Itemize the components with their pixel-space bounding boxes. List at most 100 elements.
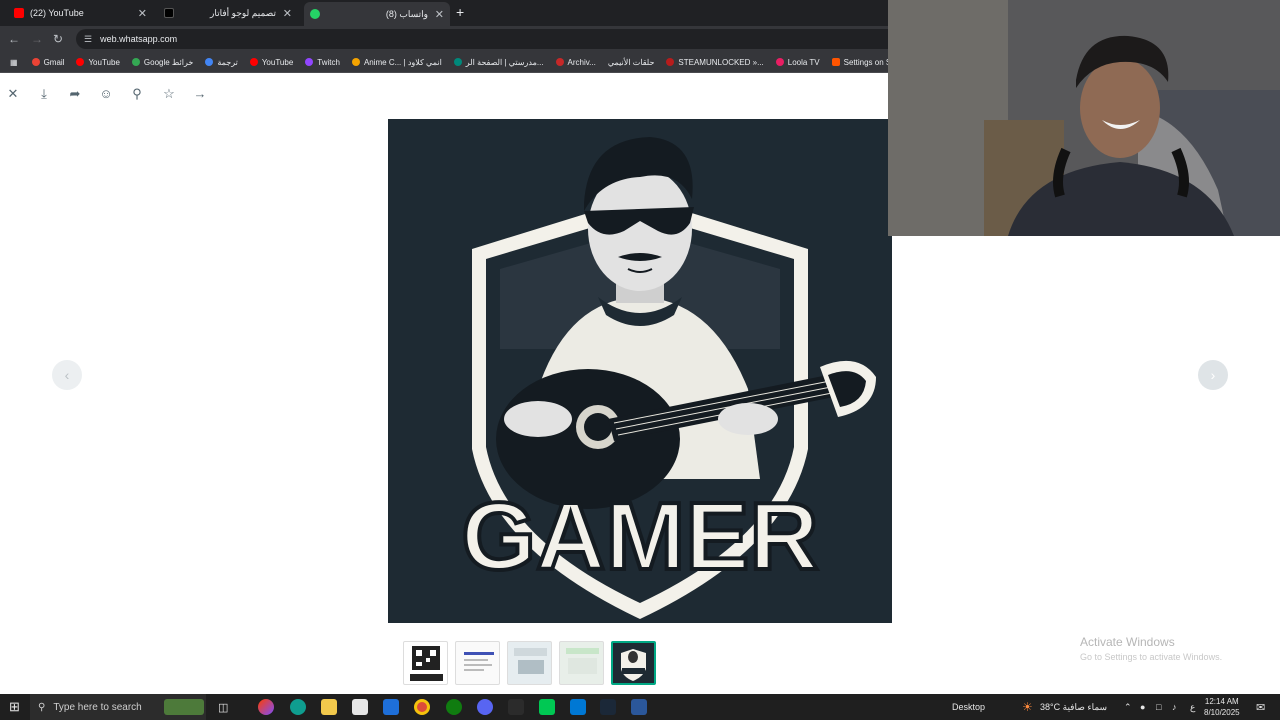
- tab-logo-design[interactable]: تصميم لوجو أفاتار ✕: [158, 3, 298, 23]
- tab-label: (8) واتساب: [385, 8, 428, 19]
- bookmark-label: YouTube: [261, 57, 294, 67]
- close-icon[interactable]: ✕: [5, 86, 21, 102]
- media-thumbnail-document[interactable]: [455, 641, 500, 685]
- volume-icon[interactable]: ♪: [1172, 694, 1177, 720]
- youtube-icon: [14, 8, 24, 18]
- edge-icon[interactable]: [290, 699, 306, 715]
- clock[interactable]: 12:14 AM 8/10/2025: [1204, 694, 1240, 720]
- bookmark-label: Archiv...: [567, 57, 596, 67]
- bookmark-madrasati[interactable]: مدرستي | الصفحة الر...: [453, 57, 544, 67]
- word-icon[interactable]: [631, 699, 647, 715]
- download-icon[interactable]: ⤓: [36, 86, 52, 102]
- outlook-icon[interactable]: [383, 699, 399, 715]
- desktop-toolbar-label[interactable]: Desktop: [952, 694, 985, 720]
- bookmark-loola-tv[interactable]: Loola TV: [775, 58, 820, 67]
- network-icon[interactable]: □: [1156, 694, 1161, 720]
- terminal-icon[interactable]: [508, 699, 524, 715]
- media-thumbnail-gamer-selected[interactable]: [611, 641, 656, 685]
- steam-icon[interactable]: [600, 699, 616, 715]
- search-highlight-image[interactable]: [164, 699, 204, 715]
- activate-windows-watermark: Activate Windows Go to Settings to activ…: [1080, 635, 1270, 662]
- forward-icon[interactable]: →: [31, 32, 43, 46]
- bookmark-translate[interactable]: ترجمة: [205, 58, 238, 67]
- gamer-logo-thumbnail: [613, 643, 654, 683]
- forward-icon[interactable]: ➦: [67, 86, 83, 102]
- show-hidden-icons-icon[interactable]: ⌃: [1124, 694, 1132, 720]
- webcam-overlay: [888, 0, 1280, 236]
- bookmark-label: Gmail: [43, 57, 65, 67]
- go-to-message-icon[interactable]: →: [192, 86, 208, 102]
- svg-text:GAMER: GAMER: [461, 483, 818, 590]
- windows-start-icon[interactable]: ⊞: [9, 694, 20, 720]
- bookmark-youtube-2[interactable]: YouTube: [249, 57, 294, 67]
- youtube-icon: [76, 58, 85, 66]
- document-preview-icon: [464, 652, 494, 671]
- windows-taskbar: ⊞ ⚲ Type here to search ◫ Desktop ☀ 38°C…: [0, 694, 1280, 720]
- close-tab-icon[interactable]: ✕: [283, 7, 292, 20]
- notifications-icon[interactable]: ✉: [1256, 694, 1265, 720]
- tab-label: (22) YouTube: [30, 8, 84, 18]
- close-tab-icon[interactable]: ✕: [138, 7, 147, 20]
- previous-media-button[interactable]: ‹: [52, 360, 82, 390]
- gmail-icon: [31, 58, 40, 66]
- pin-icon[interactable]: ⚲: [129, 86, 145, 102]
- media-thumbnail-screenshot[interactable]: [507, 641, 552, 685]
- bookmark-gmail[interactable]: Gmail: [31, 57, 65, 67]
- bookmark-youtube[interactable]: YouTube: [76, 58, 120, 67]
- chatgpt-icon: [164, 8, 174, 18]
- bookmark-anime-episodes[interactable]: حلقات الأنيمي: [608, 58, 655, 67]
- bookmark-label: مدرستي | الصفحة الر...: [465, 57, 544, 67]
- media-thumbnail-qr[interactable]: [403, 641, 448, 685]
- emoji-icon[interactable]: ☺: [98, 86, 114, 102]
- whatsapp-app-icon[interactable]: [539, 699, 555, 715]
- bookmark-label: Anime C... | انمي كلاود: [363, 57, 442, 67]
- language-indicator[interactable]: ع: [1190, 694, 1195, 720]
- search-placeholder: Type here to search: [53, 701, 142, 713]
- star-icon[interactable]: ☆: [161, 86, 177, 102]
- vscode-icon[interactable]: [570, 699, 586, 715]
- archive-icon: [555, 58, 564, 66]
- steamunlocked-icon: [666, 58, 675, 66]
- chrome-icon[interactable]: [414, 699, 430, 715]
- gamer-logo-image: GAMER: [388, 119, 892, 623]
- copilot-icon[interactable]: [258, 699, 274, 715]
- close-tab-icon[interactable]: ✕: [435, 8, 444, 21]
- store-icon[interactable]: [352, 699, 368, 715]
- new-tab-button[interactable]: +: [456, 4, 464, 20]
- bookmark-twitch[interactable]: Twitch: [305, 58, 340, 67]
- bookmark-label: Twitch: [317, 57, 340, 67]
- reload-icon[interactable]: ↻: [53, 32, 63, 46]
- screenshot-preview-icon: [566, 648, 599, 674]
- back-icon[interactable]: ←: [8, 32, 20, 46]
- site-info-icon[interactable]: ☰: [84, 34, 92, 45]
- soundcloud-icon: [831, 58, 840, 66]
- address-bar[interactable]: ☰ web.whatsapp.com: [76, 29, 888, 49]
- bookmark-google-maps[interactable]: Google خرائط: [131, 57, 194, 67]
- task-view-icon[interactable]: ◫: [218, 694, 228, 720]
- translate-icon: [205, 58, 214, 66]
- loola-icon: [775, 58, 784, 66]
- media-thumbnail-screenshot-2[interactable]: [559, 641, 604, 685]
- tab-youtube[interactable]: (22) YouTube ✕: [8, 3, 153, 23]
- clock-time: 12:14 AM: [1204, 697, 1239, 706]
- bookmark-anime-cloud[interactable]: Anime C... | انمي كلاود: [351, 57, 442, 67]
- bookmark-label: Google خرائط: [143, 57, 194, 67]
- media-image[interactable]: GAMER: [388, 119, 892, 623]
- media-viewer-toolbar: ✕ ⤓ ➦ ☺ ⚲ ☆ →: [0, 80, 888, 110]
- xbox-icon[interactable]: [446, 699, 462, 715]
- tab-strip: (22) YouTube ✕ تصميم لوجو أفاتار ✕ (8) و…: [0, 0, 888, 26]
- bookmark-archive[interactable]: Archiv...: [555, 57, 596, 67]
- next-media-button[interactable]: ›: [1198, 360, 1228, 390]
- bookmarks-bar: ▦ Gmail YouTube Google خرائط ترجمة YouTu…: [0, 52, 888, 73]
- bookmark-soundcloud[interactable]: Settings on SoundC...: [831, 58, 888, 67]
- maps-icon: [131, 58, 140, 66]
- file-explorer-icon[interactable]: [321, 699, 337, 715]
- apps-grid-icon[interactable]: ▦: [10, 58, 18, 67]
- microphone-icon[interactable]: ●: [1140, 694, 1145, 720]
- tab-whatsapp[interactable]: (8) واتساب ✕: [304, 2, 450, 26]
- bookmark-steamunlocked[interactable]: STEAMUNLOCKED »...: [666, 58, 764, 67]
- twitch-icon: [305, 58, 314, 66]
- discord-icon[interactable]: [477, 699, 493, 715]
- anime-cloud-icon: [351, 58, 360, 66]
- weather-text[interactable]: 38°C سماء صافية: [1040, 694, 1107, 720]
